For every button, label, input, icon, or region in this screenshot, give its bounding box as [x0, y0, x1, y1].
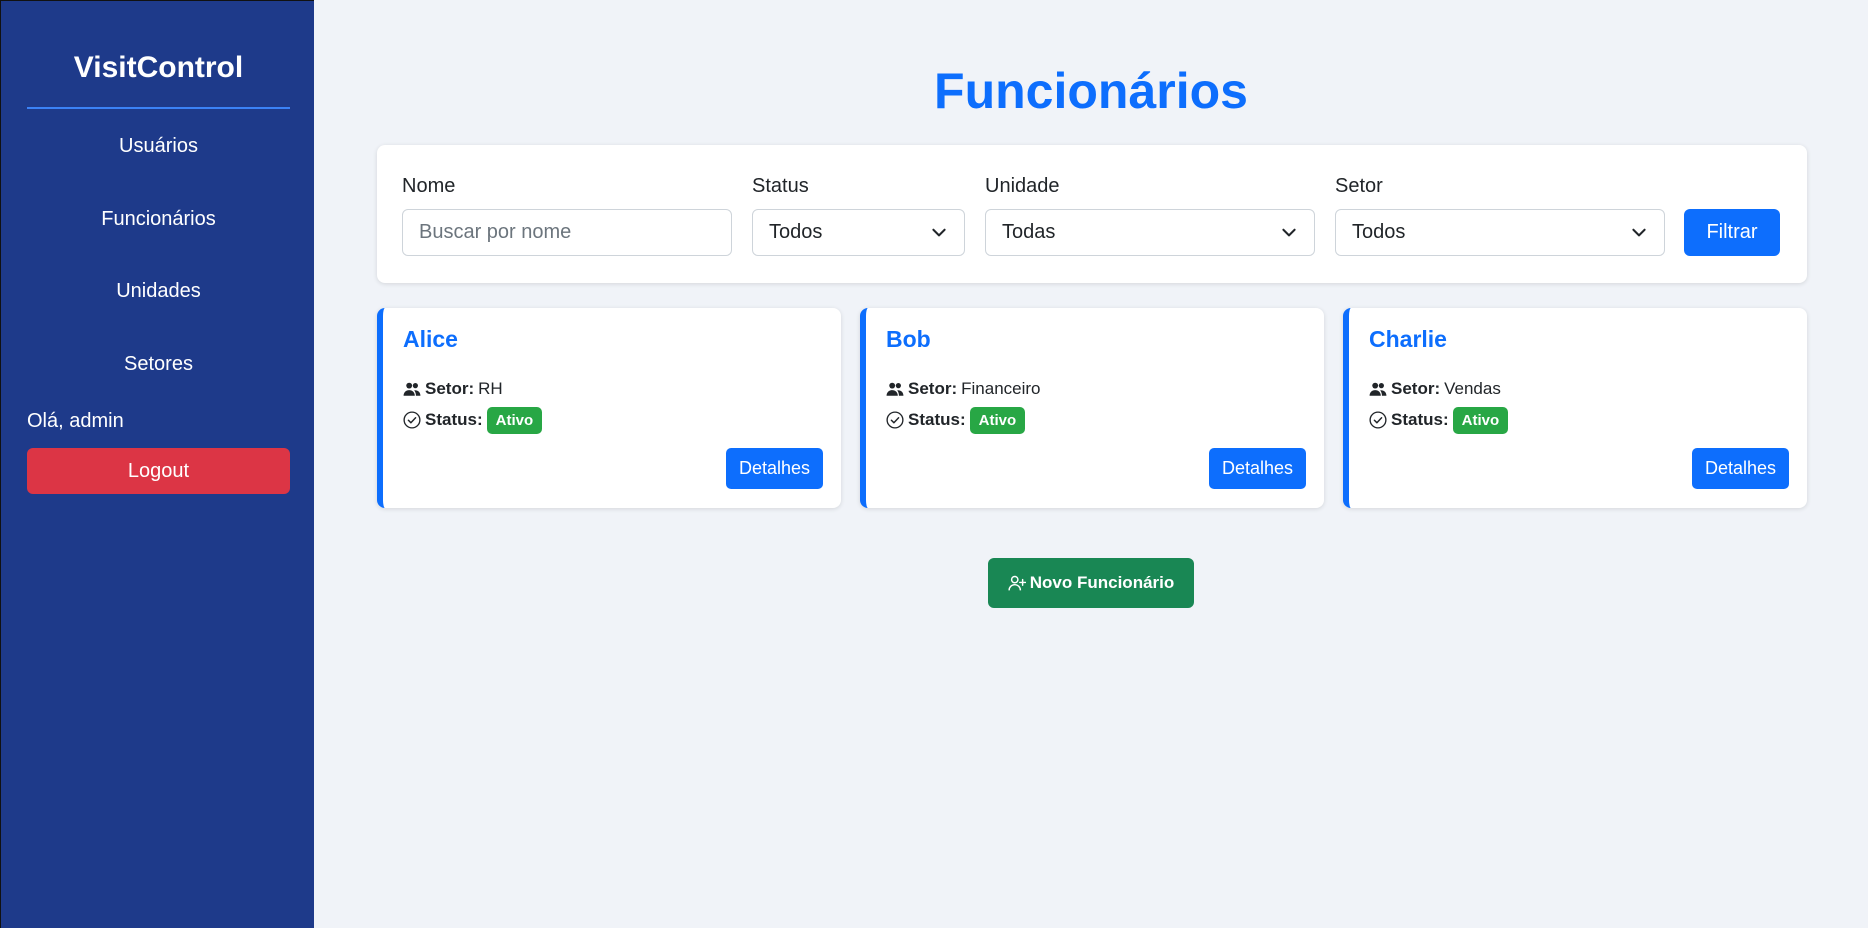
setor-value: Financeiro — [961, 379, 1041, 398]
setor-label: Setor: — [1391, 379, 1441, 398]
status-select-value: Todos — [769, 221, 823, 243]
details-button[interactable]: Detalhes — [1209, 448, 1306, 489]
status-badge: Ativo — [486, 406, 543, 434]
filter-panel: Nome Status Todos Unidade Todas Setor To… — [377, 145, 1807, 283]
unidade-select[interactable]: Todas — [985, 209, 1315, 256]
filter-button[interactable]: Filtrar — [1684, 209, 1780, 256]
employee-status-row: Status: Ativo — [886, 405, 1026, 435]
user-greeting: Olá, admin — [27, 410, 124, 432]
sidebar-item-setores[interactable]: Setores — [27, 349, 290, 379]
setor-label: Setor: — [908, 379, 958, 398]
nome-search-input[interactable] — [402, 209, 732, 256]
employee-name: Bob — [886, 326, 931, 352]
sidebar-item-unidades[interactable]: Unidades — [27, 276, 290, 306]
employee-name: Charlie — [1369, 326, 1447, 352]
details-button[interactable]: Detalhes — [1692, 448, 1789, 489]
unidade-select-value: Todas — [1002, 221, 1056, 243]
setor-value: RH — [478, 379, 503, 398]
chevron-down-icon — [932, 228, 946, 237]
sidebar-item-usuarios[interactable]: Usuários — [27, 131, 290, 161]
employee-status-row: Status: Ativo — [1369, 405, 1509, 435]
check-circle-icon — [886, 411, 904, 429]
details-button[interactable]: Detalhes — [726, 448, 823, 489]
brand-title: VisitControl — [27, 51, 290, 109]
chevron-down-icon — [1632, 228, 1646, 237]
setor-value: Vendas — [1444, 379, 1501, 398]
new-employee-label: Novo Funcionário — [1029, 573, 1175, 592]
employee-name: Alice — [403, 326, 458, 352]
employee-setor-row: Setor: RH — [403, 374, 503, 404]
employee-setor-row: Setor: Financeiro — [886, 374, 1041, 404]
logout-button[interactable]: Logout — [27, 448, 290, 494]
employee-status-row: Status: Ativo — [403, 405, 543, 435]
unidade-label: Unidade — [985, 175, 1060, 197]
people-icon — [403, 382, 421, 396]
new-employee-button[interactable]: Novo Funcionário — [988, 558, 1194, 608]
status-select[interactable]: Todos — [752, 209, 965, 256]
setor-label: Setor: — [425, 379, 475, 398]
chevron-down-icon — [1282, 228, 1296, 237]
status-label: Status: — [425, 410, 483, 429]
setor-select[interactable]: Todos — [1335, 209, 1665, 256]
employee-card: Alice Setor: RH Status: Ativo Detalhes — [377, 308, 841, 508]
setor-label: Setor — [1335, 175, 1383, 197]
sidebar-item-funcionarios[interactable]: Funcionários — [27, 204, 290, 234]
status-badge: Ativo — [1452, 406, 1509, 434]
nome-label: Nome — [402, 175, 456, 197]
check-circle-icon — [403, 411, 421, 429]
setor-select-value: Todos — [1352, 221, 1406, 243]
employee-setor-row: Setor: Vendas — [1369, 374, 1501, 404]
people-icon — [1369, 382, 1387, 396]
check-circle-icon — [1369, 411, 1387, 429]
employee-card: Charlie Setor: Vendas Status: Ativo Deta… — [1343, 308, 1807, 508]
sidebar: VisitControl Usuários Funcionários Unida… — [0, 0, 314, 928]
person-plus-icon — [1008, 575, 1026, 591]
page-title: Funcionários — [934, 63, 1248, 119]
status-label: Status: — [1391, 410, 1449, 429]
status-label: Status — [752, 175, 809, 197]
status-label: Status: — [908, 410, 966, 429]
people-icon — [886, 382, 904, 396]
status-badge: Ativo — [969, 406, 1026, 434]
employee-card: Bob Setor: Financeiro Status: Ativo Deta… — [860, 308, 1324, 508]
